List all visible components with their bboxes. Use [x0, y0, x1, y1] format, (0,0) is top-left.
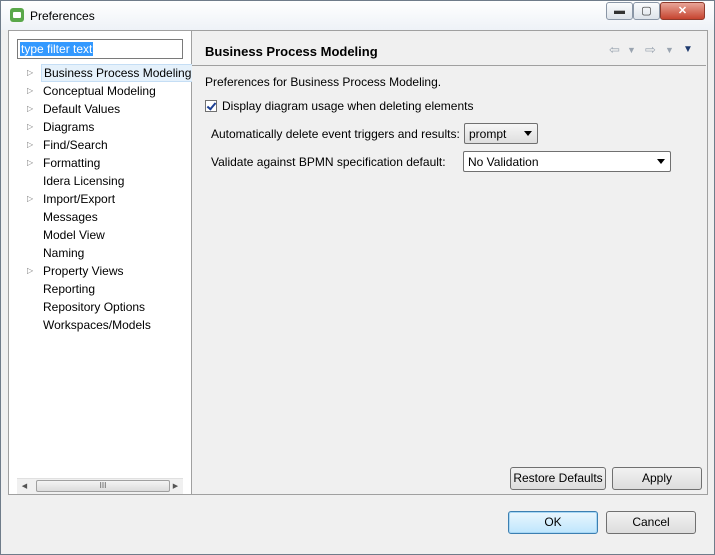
page-nav: ⇦ ▼ ⇨ ▼ ▼	[607, 42, 699, 58]
display-usage-checkbox[interactable]	[205, 100, 217, 112]
forward-arrow-icon[interactable]: ⇨	[645, 42, 656, 58]
tree-item-label: Import/Export	[43, 192, 116, 206]
tree-item[interactable]: ▷ Conceptual Modeling	[9, 82, 191, 100]
tree-item[interactable]: ▷ Default Values	[9, 100, 191, 118]
display-usage-label[interactable]: Display diagram usage when deleting elem…	[222, 99, 473, 113]
filter-input-text: type filter text	[20, 42, 94, 56]
auto-delete-label: Automatically delete event triggers and …	[211, 127, 460, 141]
validate-value: No Validation	[468, 155, 539, 169]
expand-arrow-icon[interactable]: ▷	[27, 100, 33, 118]
horizontal-scrollbar[interactable]: ◀ III ▶	[17, 478, 183, 494]
tree-item-label: Messages	[43, 210, 98, 224]
tree-item-label: Conceptual Modeling	[43, 84, 156, 98]
chevron-down-icon	[657, 159, 665, 164]
tree-item[interactable]: Model View	[9, 226, 191, 244]
tree-item-label: Repository Options	[43, 300, 146, 314]
tree-item[interactable]: Workspaces/Models	[9, 316, 191, 334]
sidebar: type filter text ▷ Business Process Model…	[8, 30, 195, 495]
expand-arrow-icon[interactable]: ▷	[27, 82, 33, 100]
tree-item-label: Property Views	[43, 264, 124, 278]
tree-item-label: Formatting	[43, 156, 101, 170]
dialog-client: type filter text ▷ Business Process Model…	[8, 30, 708, 548]
expand-arrow-icon[interactable]: ▷	[27, 262, 33, 280]
auto-delete-select[interactable]: prompt	[464, 123, 538, 144]
expand-arrow-icon[interactable]: ▷	[27, 190, 33, 208]
preferences-tree: ▷ Business Process Modeling ▷ Conceptual Mo…	[9, 64, 195, 334]
auto-delete-value: prompt	[469, 127, 507, 141]
validate-select[interactable]: No Validation	[463, 151, 671, 172]
expand-arrow-icon[interactable]: ▷	[27, 64, 33, 82]
back-arrow-icon[interactable]: ⇦	[609, 42, 620, 58]
view-menu-icon[interactable]: ▼	[683, 44, 693, 55]
tree-item-label: Model View	[43, 228, 105, 242]
expand-arrow-icon[interactable]: ▷	[27, 118, 33, 136]
apply-button[interactable]: Apply	[612, 467, 702, 490]
window-title: Preferences	[30, 9, 95, 23]
tree-item[interactable]: ▷ Import/Export	[9, 190, 191, 208]
ok-button[interactable]: OK	[508, 511, 598, 534]
tree-item-label: Default Values	[43, 102, 121, 116]
scroll-left-icon[interactable]: ◀	[17, 479, 32, 494]
page-title: Business Process Modeling	[205, 44, 378, 59]
preference-page: Business Process Modeling ⇦ ▼ ⇨ ▼ ▼ Pref…	[192, 30, 708, 495]
tree-item-label: Find/Search	[43, 138, 108, 152]
title-bar: Preferences ▬ ▢ ✕	[1, 1, 714, 30]
app-icon	[10, 8, 24, 22]
preferences-window: Preferences ▬ ▢ ✕ type filter text ▷ Busi…	[0, 0, 715, 555]
tree-item[interactable]: Idera Licensing	[9, 172, 191, 190]
tree-item[interactable]: Reporting	[9, 280, 191, 298]
validate-label: Validate against BPMN specification defa…	[211, 155, 446, 169]
expand-arrow-icon[interactable]: ▷	[27, 136, 33, 154]
tree-item[interactable]: ▷ Find/Search	[9, 136, 191, 154]
back-dropdown-icon[interactable]: ▼	[627, 45, 636, 55]
tree-item-label: Naming	[43, 246, 85, 260]
scroll-right-icon[interactable]: ▶	[168, 479, 183, 494]
tree-item[interactable]: ▷ Diagrams	[9, 118, 191, 136]
close-button[interactable]: ✕	[660, 2, 705, 20]
header-separator	[192, 65, 706, 66]
tree-item-label: Workspaces/Models	[43, 318, 151, 332]
scroll-thumb[interactable]: III	[36, 480, 170, 492]
tree-item[interactable]: Repository Options	[9, 298, 191, 316]
maximize-button[interactable]: ▢	[633, 2, 660, 20]
tree-item[interactable]: ▷ Formatting	[9, 154, 191, 172]
tree-item[interactable]: ▷ Business Process Modeling	[9, 64, 195, 82]
chevron-down-icon	[524, 131, 532, 136]
tree-item[interactable]: Messages	[9, 208, 191, 226]
tree-item-label: Diagrams	[43, 120, 95, 134]
forward-dropdown-icon[interactable]: ▼	[665, 45, 674, 55]
restore-defaults-button[interactable]: Restore Defaults	[510, 467, 606, 490]
tree-item-label: Idera Licensing	[43, 174, 125, 188]
filter-input[interactable]: type filter text	[17, 39, 183, 59]
tree-item[interactable]: Naming	[9, 244, 191, 262]
expand-arrow-icon[interactable]: ▷	[27, 154, 33, 172]
tree-item-label: Business Process Modeling	[41, 64, 195, 82]
page-description: Preferences for Business Process Modelin…	[205, 75, 442, 89]
tree-item[interactable]: ▷ Property Views	[9, 262, 191, 280]
tree-item-label: Reporting	[43, 282, 96, 296]
cancel-button[interactable]: Cancel	[606, 511, 696, 534]
minimize-button[interactable]: ▬	[606, 2, 633, 20]
